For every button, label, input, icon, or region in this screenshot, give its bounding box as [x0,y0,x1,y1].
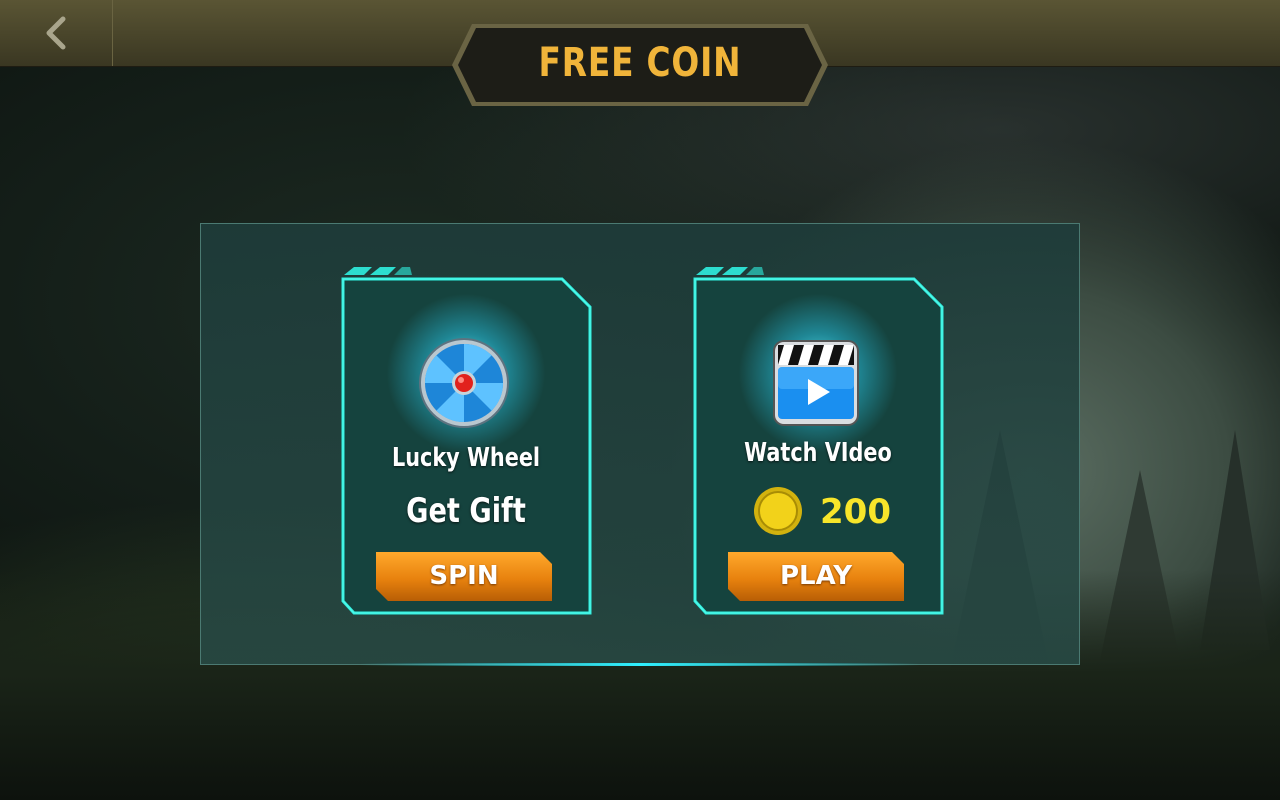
back-button[interactable] [0,0,113,66]
card-title: Watch VIdeo [744,438,892,468]
spin-button-label: SPIN [429,561,499,591]
page-title: FREE COIN [538,40,742,86]
video-clapper-play-icon [773,340,859,426]
title-plate: FREE COIN [450,22,830,108]
gold-coin-icon [754,487,802,535]
spin-button[interactable]: SPIN [376,552,552,601]
chevron-left-icon [46,16,66,50]
lucky-wheel-icon [419,338,509,428]
card-title: Lucky Wheel [391,443,541,473]
reward-amount: 200 [820,492,891,532]
play-button[interactable]: PLAY [728,552,904,601]
rewards-panel [200,223,1080,665]
panel-glow-line [360,663,920,666]
lucky-wheel-card: Lucky Wheel Get Gift SPIN [340,263,592,615]
card-subtitle: Get Gift [406,491,526,531]
play-button-label: PLAY [779,561,853,591]
watch-video-card: Watch VIdeo 200 PLAY [692,263,944,615]
